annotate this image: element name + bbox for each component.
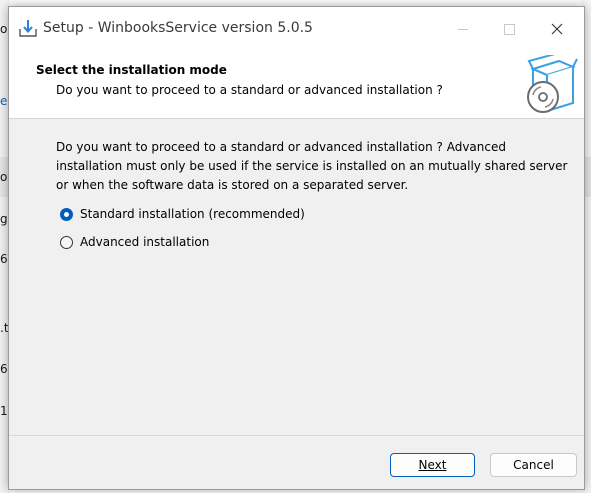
- wizard-footer: Next Cancel: [9, 435, 584, 489]
- page-subtitle: Do you want to proceed to a standard or …: [56, 83, 443, 97]
- maximize-button[interactable]: [486, 7, 532, 51]
- wizard-header: Select the installation mode Do you want…: [9, 51, 584, 119]
- cancel-button[interactable]: Cancel: [490, 453, 577, 477]
- standard-installation-label[interactable]: Standard installation (recommended): [80, 207, 305, 221]
- description-text: Do you want to proceed to a standard or …: [56, 138, 568, 195]
- cancel-button-label: Cancel: [513, 458, 554, 472]
- title-bar[interactable]: Setup - WinbooksService version 5.0.5: [9, 7, 584, 51]
- background-fragment: 6: [0, 252, 8, 266]
- description-line: installation must only be used if the se…: [56, 159, 568, 173]
- setup-dialog: Setup - WinbooksService version 5.0.5 Se…: [8, 6, 585, 490]
- next-button-label: Next: [418, 458, 447, 472]
- advanced-installation-option[interactable]: Advanced installation: [60, 232, 209, 252]
- desktop: ow e o gi 6 .t 64 1 Setup - WinbooksServ…: [0, 0, 591, 493]
- minimize-button[interactable]: [440, 7, 486, 51]
- background-fragment: o: [0, 170, 8, 184]
- advanced-installation-label[interactable]: Advanced installation: [80, 235, 209, 249]
- description-line: or when the software data is stored on a…: [56, 178, 409, 192]
- maximize-icon: [503, 23, 515, 35]
- minimize-icon: [458, 28, 468, 30]
- close-icon: [551, 20, 563, 39]
- background-fragment: e: [0, 94, 8, 108]
- radio-unselected-icon[interactable]: [60, 235, 73, 249]
- page-title: Select the installation mode: [36, 63, 227, 77]
- standard-installation-option[interactable]: Standard installation (recommended): [60, 204, 305, 224]
- close-button[interactable]: [534, 7, 580, 51]
- setup-download-icon: [18, 18, 38, 38]
- window-title: Setup - WinbooksService version 5.0.5: [43, 20, 313, 36]
- description-line: Do you want to proceed to a standard or …: [56, 140, 506, 154]
- install-box-cd-icon: [519, 53, 579, 115]
- next-button[interactable]: Next: [390, 453, 475, 477]
- background-fragment: 1: [0, 404, 8, 418]
- radio-selected-icon[interactable]: [60, 207, 73, 221]
